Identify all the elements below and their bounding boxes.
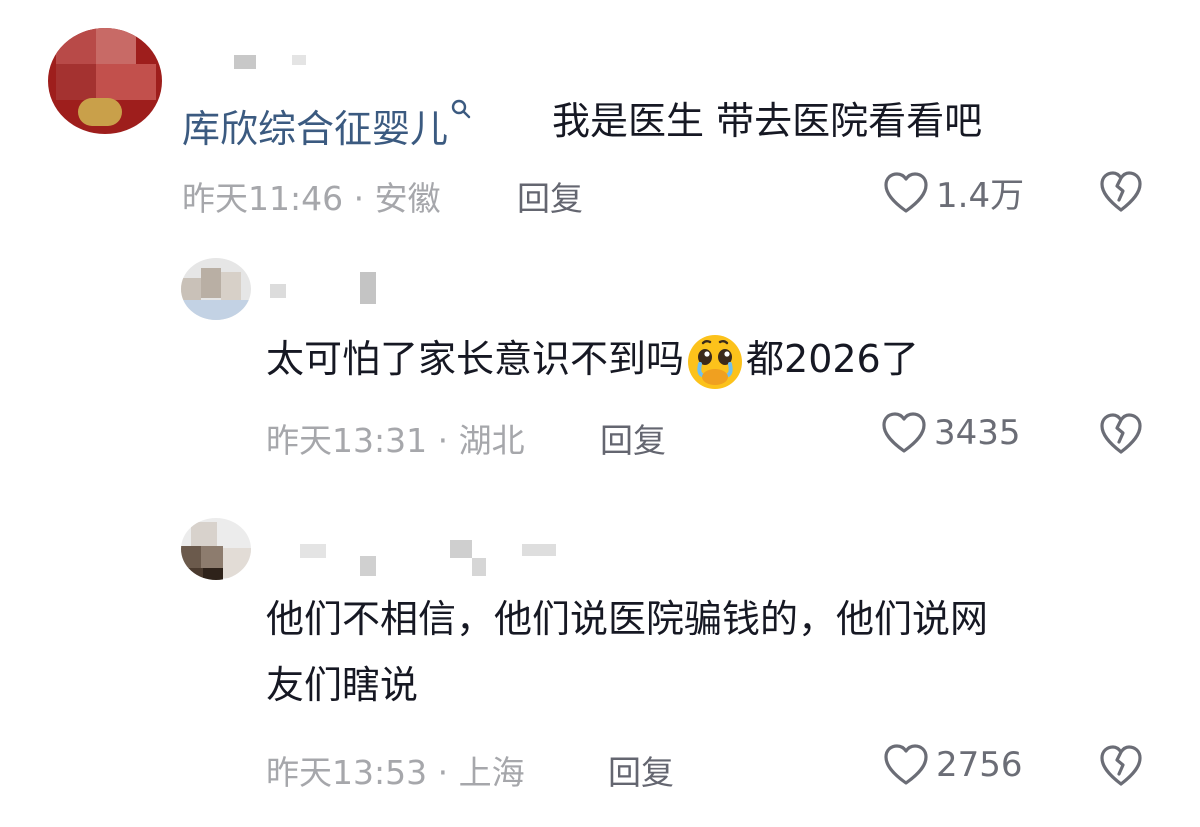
username[interactable]: 库欣综合征婴儿 bbox=[182, 98, 472, 153]
name-blur bbox=[450, 540, 472, 558]
comment-meta: 昨天13:31 · 湖北 bbox=[266, 414, 525, 462]
dot-separator: · bbox=[437, 421, 449, 460]
broken-heart-icon[interactable] bbox=[1098, 744, 1144, 788]
reply-button[interactable]: 回复 bbox=[608, 746, 674, 794]
timestamp: 昨天11:46 bbox=[182, 179, 344, 218]
name-blur bbox=[472, 558, 486, 576]
dot-separator: · bbox=[437, 753, 449, 792]
location: 安徽 bbox=[374, 179, 441, 218]
like-count: 3435 bbox=[934, 413, 1021, 453]
heart-icon bbox=[884, 171, 928, 213]
timestamp: 昨天13:31 bbox=[266, 421, 428, 460]
location: 湖北 bbox=[458, 421, 525, 460]
heart-icon bbox=[884, 744, 928, 785]
comment-text: 我是医生 带去医院看看吧 bbox=[552, 99, 983, 143]
name-blur bbox=[300, 544, 326, 558]
dot-separator: · bbox=[353, 179, 365, 218]
avatar[interactable] bbox=[48, 28, 162, 134]
comment-text-line: 友们瞎说 bbox=[266, 663, 419, 707]
comment-text-line: 他们不相信，他们说医院骗钱的，他们说网 bbox=[266, 597, 989, 641]
like-button[interactable]: 1.4万 bbox=[882, 168, 1024, 217]
location: 上海 bbox=[458, 753, 525, 792]
name-blur bbox=[360, 556, 376, 576]
comment-text: 他们不相信，他们说医院骗钱的，他们说网 友们瞎说 bbox=[266, 586, 988, 718]
like-count: 2756 bbox=[936, 745, 1023, 785]
search-icon[interactable] bbox=[450, 98, 472, 120]
like-button[interactable]: 2756 bbox=[882, 742, 1023, 788]
name-blur bbox=[522, 544, 556, 556]
name-blur bbox=[360, 272, 376, 304]
reply-button[interactable]: 回复 bbox=[517, 172, 583, 220]
avatar[interactable] bbox=[181, 258, 251, 320]
pleading-face-emoji bbox=[688, 334, 743, 389]
timestamp: 昨天13:53 bbox=[266, 753, 428, 792]
name-blur bbox=[270, 284, 286, 298]
like-count: 1.4万 bbox=[936, 176, 1025, 216]
like-button[interactable]: 3435 bbox=[880, 410, 1021, 456]
comment-meta: 昨天13:53 · 上海 bbox=[266, 746, 525, 794]
comment-meta: 昨天11:46 · 安徽 bbox=[182, 172, 441, 220]
heart-icon bbox=[882, 412, 926, 453]
comment-text: 太可怕了家长意识不到吗 都2026了 bbox=[266, 326, 919, 393]
avatar[interactable] bbox=[181, 518, 251, 580]
name-blur bbox=[292, 55, 306, 65]
reply-button[interactable]: 回复 bbox=[600, 414, 666, 462]
broken-heart-icon[interactable] bbox=[1098, 412, 1144, 456]
name-blur bbox=[234, 55, 256, 69]
broken-heart-icon[interactable] bbox=[1098, 170, 1144, 214]
